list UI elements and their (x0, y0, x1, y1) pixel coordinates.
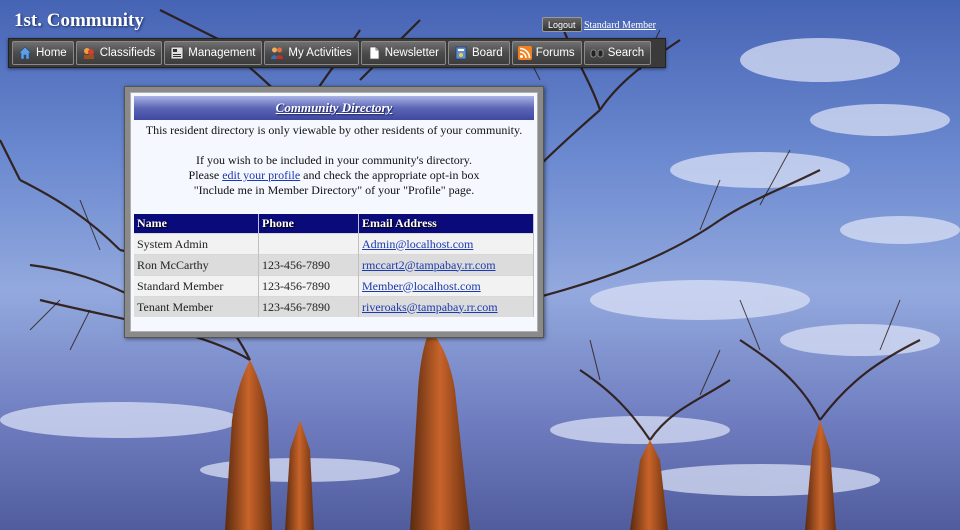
member-email-link[interactable]: rmccart2@tampabay.rr.com (362, 258, 496, 272)
member-email-link[interactable]: Admin@localhost.com (362, 237, 473, 251)
nav-item-home[interactable]: Home (12, 41, 74, 65)
home-icon (18, 46, 32, 60)
nav-item-label: Search (607, 47, 645, 59)
intro-line-optin: "Include me in Member Directory" of your… (193, 183, 475, 197)
member-phone: 123-456-7890 (258, 254, 359, 276)
search-icon (590, 46, 604, 60)
nav-item-label: Classifieds (99, 47, 156, 59)
directory-title: Community Directory (134, 96, 534, 120)
column-header-phone: Phone (258, 214, 359, 234)
member-phone (258, 233, 359, 255)
nav-item-search[interactable]: Search (583, 41, 652, 65)
member-name: Tenant Member (134, 296, 259, 317)
member-name: Ron McCarthy (134, 254, 259, 276)
community-directory-panel: Community Directory This resident direct… (124, 86, 544, 338)
nav-item-label: Board (472, 47, 503, 59)
member-phone: 123-456-7890 (258, 296, 359, 317)
table-row: Standard Member 123-456-7890 Member@loca… (134, 275, 534, 297)
member-directory-table: Name Phone Email Address System Admin Ad… (134, 214, 534, 317)
member-phone: 123-456-7890 (258, 275, 359, 297)
nav-item-board[interactable]: Board (448, 41, 510, 65)
table-header-row: Name Phone Email Address (134, 214, 534, 234)
member-email-link[interactable]: riveroaks@tampabay.rr.com (362, 300, 498, 314)
table-row: Ron McCarthy 123-456-7890 rmccart2@tampa… (134, 254, 534, 276)
nav-item-label: Home (36, 47, 67, 59)
column-header-email: Email Address (358, 214, 534, 234)
nav-item-my-activities[interactable]: My Activities (264, 41, 359, 65)
nav-item-classifieds[interactable]: Classifieds (75, 41, 163, 65)
nav-item-label: Newsletter (384, 47, 440, 59)
rss-icon (517, 46, 532, 60)
member-name: Standard Member (134, 275, 259, 297)
table-row: System Admin Admin@localhost.com (134, 233, 534, 255)
directory-intro: This resident directory is only viewable… (142, 123, 526, 198)
main-nav-bar: Home Classifieds Management My Activitie… (8, 38, 666, 68)
member-email-cell: Member@localhost.com (358, 275, 534, 297)
classifieds-icon (82, 46, 96, 60)
newsletter-icon (367, 46, 381, 60)
member-name: System Admin (134, 233, 259, 255)
current-user-label[interactable]: Standard Member (584, 20, 656, 31)
nav-item-newsletter[interactable]: Newsletter (360, 41, 447, 65)
site-title: 1st. Community (14, 10, 144, 31)
intro-line-instructions: Please edit your profile and check the a… (188, 168, 480, 182)
member-email-cell: rmccart2@tampabay.rr.com (358, 254, 534, 276)
nav-item-label: Management (188, 47, 256, 59)
current-user-name: Standard Member (584, 20, 656, 31)
nav-item-forums[interactable]: Forums (511, 41, 582, 65)
intro-line-viewable: This resident directory is only viewable… (145, 123, 523, 137)
edit-profile-link[interactable]: edit your profile (222, 168, 300, 182)
logout-button[interactable]: Logout (542, 17, 582, 32)
member-email-link[interactable]: Member@localhost.com (362, 279, 481, 293)
nav-item-label: My Activities (288, 47, 352, 59)
table-row: Tenant Member 123-456-7890 riveroaks@tam… (134, 296, 534, 317)
board-icon (454, 46, 468, 60)
activities-icon (270, 46, 284, 60)
member-email-cell: riveroaks@tampabay.rr.com (358, 296, 534, 317)
management-icon (170, 46, 184, 60)
column-header-name: Name (134, 214, 259, 234)
nav-item-label: Forums (535, 47, 575, 59)
member-email-cell: Admin@localhost.com (358, 233, 534, 255)
intro-line-include: If you wish to be included in your commu… (196, 153, 472, 167)
directory-panel-body: Community Directory This resident direct… (130, 92, 538, 332)
nav-item-management[interactable]: Management (164, 41, 263, 65)
